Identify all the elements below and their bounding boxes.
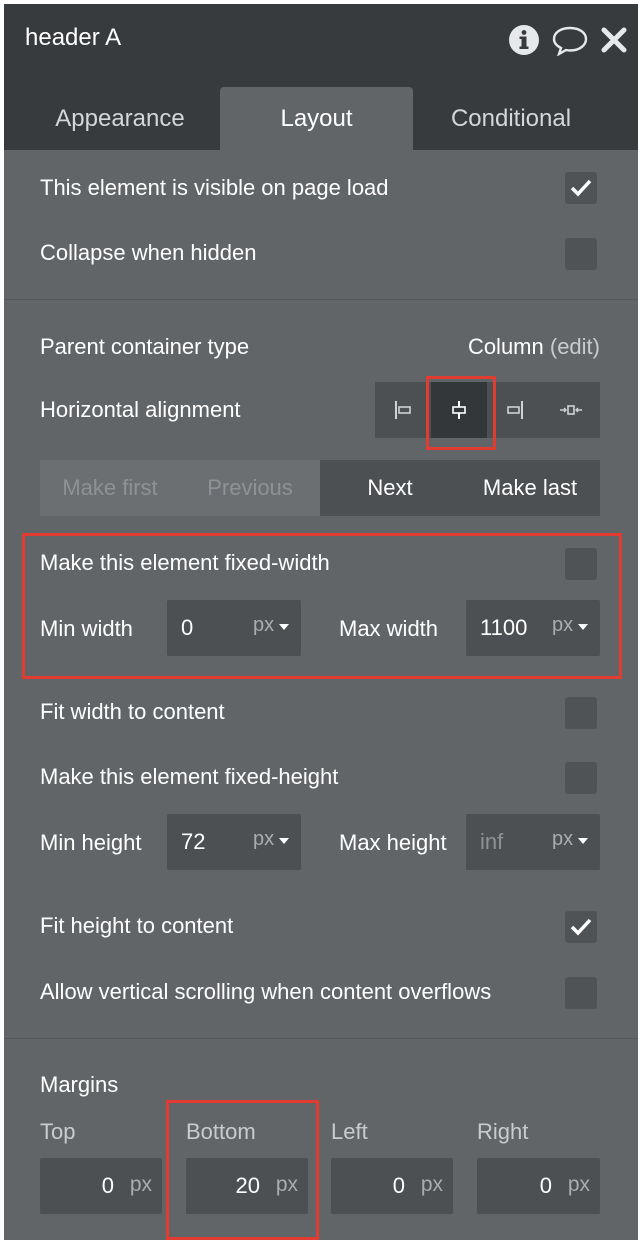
parent-container-type-value: Column (edit) — [468, 333, 600, 361]
margin-right-input[interactable]: 0 px — [477, 1158, 600, 1214]
min-height-value: 72 — [181, 829, 206, 854]
visible-on-load-label: This element is visible on page load — [40, 175, 389, 200]
margin-right-value: 0 — [539, 1173, 552, 1198]
comment-icon[interactable] — [552, 24, 588, 56]
min-height-unit[interactable]: px — [253, 828, 274, 851]
margin-top-unit: px — [129, 1173, 152, 1196]
title-bar: header A — [4, 4, 638, 73]
checkmark-icon — [570, 918, 592, 936]
align-distribute-button[interactable] — [543, 382, 599, 438]
max-height-input[interactable]: inf px — [466, 814, 600, 870]
align-distribute-icon — [560, 405, 582, 415]
visible-on-load-checkbox[interactable] — [565, 172, 597, 204]
close-icon[interactable] — [600, 26, 628, 54]
horizontal-alignment-label: Horizontal alignment — [40, 397, 241, 422]
previous-button[interactable]: Previous — [180, 460, 320, 516]
fit-width-checkbox[interactable] — [565, 697, 597, 729]
tab-appearance[interactable]: Appearance — [18, 87, 222, 150]
info-icon[interactable] — [508, 24, 540, 56]
highlight-bottom-margin — [166, 1100, 319, 1240]
make-first-button[interactable]: Make first — [40, 460, 180, 516]
margins-title: Margins — [40, 1072, 119, 1097]
margin-top-input[interactable]: 0 px — [40, 1158, 162, 1214]
margin-right-unit: px — [567, 1173, 590, 1196]
max-height-label: Max height — [339, 830, 447, 855]
element-property-editor: header A Appearance Layout Conditional T… — [4, 4, 638, 1240]
collapse-when-hidden-checkbox[interactable] — [565, 238, 597, 270]
title-bar-actions — [508, 22, 628, 58]
section-divider — [4, 1038, 638, 1039]
chevron-down-icon — [578, 838, 588, 844]
min-height-input[interactable]: 72 px — [167, 814, 301, 870]
margin-left-value: 0 — [392, 1173, 405, 1198]
tab-conditional[interactable]: Conditional — [413, 87, 609, 150]
max-height-placeholder: inf — [480, 829, 504, 854]
element-title: header A — [25, 24, 122, 51]
align-left-icon — [395, 401, 411, 419]
min-height-label: Min height — [40, 830, 142, 855]
parent-container-type-label: Parent container type — [40, 334, 250, 359]
highlight-width-settings — [22, 533, 622, 679]
vertical-scroll-label: Allow vertical scrolling when content ov… — [40, 979, 492, 1004]
vertical-scroll-checkbox[interactable] — [565, 977, 597, 1009]
margin-right-label: Right — [477, 1119, 529, 1144]
container-type: Column — [467, 334, 544, 359]
edit-container-link[interactable]: (edit) — [550, 334, 600, 359]
element-order-group: Make first Previous Next Make last — [40, 460, 600, 516]
margin-top-label: Top — [40, 1119, 76, 1144]
make-last-button[interactable]: Make last — [460, 460, 600, 516]
fixed-height-checkbox[interactable] — [565, 762, 597, 794]
max-height-unit[interactable]: px — [552, 828, 573, 851]
margin-left-unit: px — [420, 1173, 443, 1196]
fixed-height-label: Make this element fixed-height — [40, 764, 339, 789]
fit-width-label: Fit width to content — [40, 699, 225, 724]
highlight-alignment — [426, 376, 496, 450]
align-left-button[interactable] — [375, 382, 431, 438]
fit-height-label: Fit height to content — [40, 913, 234, 938]
next-button[interactable]: Next — [320, 460, 460, 516]
tab-bar: Appearance Layout Conditional — [4, 73, 638, 150]
align-right-icon — [507, 401, 523, 419]
margin-top-value: 0 — [101, 1173, 114, 1198]
checkmark-icon — [570, 179, 592, 197]
margin-left-input[interactable]: 0 px — [331, 1158, 453, 1214]
margin-left-label: Left — [331, 1119, 368, 1144]
chevron-down-icon — [279, 838, 289, 844]
tab-layout[interactable]: Layout — [220, 87, 413, 150]
fit-height-checkbox[interactable] — [565, 911, 597, 943]
section-divider — [4, 299, 638, 300]
collapse-when-hidden-label: Collapse when hidden — [40, 240, 257, 265]
